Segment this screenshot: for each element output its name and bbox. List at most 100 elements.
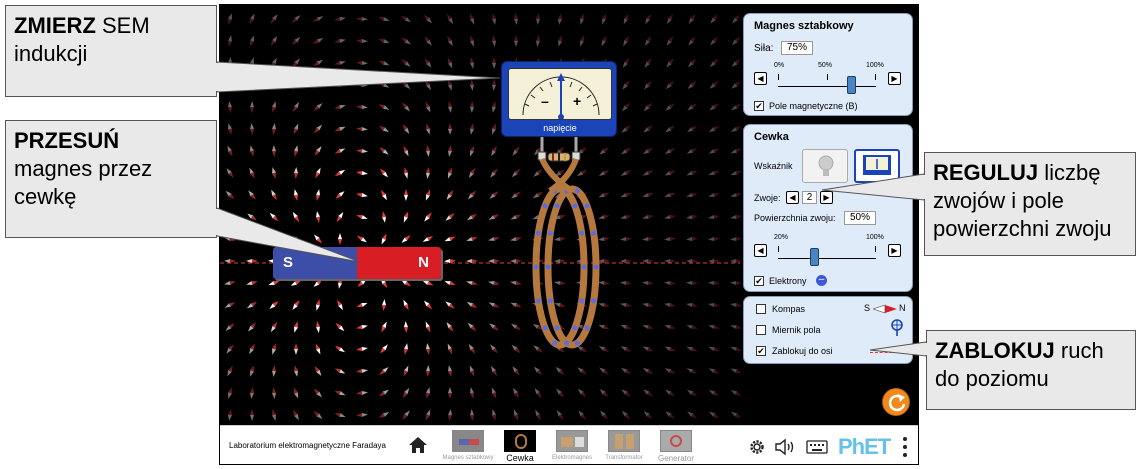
field-vector (250, 101, 254, 113)
field-vector (250, 57, 254, 69)
field-vector (688, 36, 696, 46)
field-vector (730, 303, 742, 307)
field-vector (578, 410, 586, 420)
strength-increase-button[interactable]: ▶ (888, 72, 901, 85)
field-vector (644, 58, 652, 68)
field-vector (425, 79, 431, 91)
field-vector (444, 236, 456, 242)
field-vector (316, 321, 320, 333)
field-vector (356, 61, 368, 65)
electrons-checkbox[interactable]: ✔ (754, 276, 764, 286)
voltmeter-indicator-button[interactable] (854, 149, 900, 183)
field-vector (664, 259, 676, 263)
strength-decrease-button[interactable]: ◀ (754, 72, 767, 85)
field-vector (402, 102, 410, 112)
area-increase-button[interactable]: ▶ (888, 244, 901, 257)
field-vector (313, 388, 323, 398)
field-vector (492, 79, 496, 91)
sim-title: Laboratorium elektromagnetyczne Faradaya (229, 441, 386, 450)
field-vector (644, 80, 652, 90)
field-vector (246, 237, 258, 241)
field-vector (620, 367, 632, 375)
electron (574, 188, 580, 194)
field-vector (469, 145, 475, 157)
field-vector (447, 35, 453, 47)
phet-logo[interactable]: PhET (838, 434, 891, 460)
field-vector (424, 212, 432, 222)
field-vector (335, 322, 345, 332)
audio-icon[interactable] (774, 438, 796, 456)
field-vector (378, 38, 390, 44)
compass-checkbox[interactable] (756, 304, 766, 314)
field-vector (491, 387, 497, 399)
lock-to-axis-checkbox[interactable]: ✔ (756, 346, 766, 356)
field-vector (292, 300, 300, 310)
screen-tab-electromagnet[interactable]: Elektromagnes (546, 426, 598, 464)
screen-tab-transformer[interactable]: Transformator (598, 426, 650, 464)
field-vector (228, 13, 232, 25)
screen-tab-coil[interactable]: Cewka (494, 426, 546, 464)
field-vector (730, 390, 742, 396)
field-vector (334, 368, 346, 374)
field-vector (249, 167, 255, 179)
electron (554, 325, 560, 331)
field-vector (356, 105, 368, 109)
area-decrease-button[interactable]: ◀ (754, 244, 767, 257)
field-vector (224, 302, 236, 308)
field-vector (356, 391, 368, 395)
bar-magnet-panel-title: Magnes sztabkowy (754, 20, 854, 32)
field-vector (403, 145, 409, 157)
screen-tab-bar-magnet[interactable]: Magnes sztabkowy (442, 426, 494, 464)
area-slider-track[interactable] (778, 258, 876, 259)
strength-slider-track[interactable] (778, 86, 876, 87)
field-vector (404, 189, 408, 201)
field-vector (665, 411, 675, 419)
lightbulb-indicator-button[interactable] (802, 149, 848, 183)
preferences-gear-icon[interactable] (748, 438, 766, 456)
strength-slider-thumb[interactable] (846, 76, 856, 94)
callout-move-magnet: PRZESUŃ magnes przez cewkę (5, 120, 217, 238)
home-icon[interactable] (408, 436, 428, 454)
field-vector (290, 235, 302, 243)
loops-increase-button[interactable]: ▶ (820, 191, 833, 204)
field-vector (708, 193, 720, 197)
more-menu-icon[interactable] (902, 436, 908, 458)
field-vector (686, 281, 698, 285)
screen-tab-generator[interactable]: Generator (650, 426, 702, 464)
field-vector (466, 301, 478, 309)
field-vector (448, 79, 452, 91)
field-vector (730, 193, 742, 197)
screen-label-bar-magnet: Magnes sztabkowy (442, 455, 494, 461)
field-vector (426, 387, 430, 399)
bar-magnet[interactable]: S N (273, 247, 441, 279)
field-vector (382, 299, 386, 311)
loops-decrease-button[interactable]: ◀ (786, 191, 799, 204)
field-vector (381, 189, 387, 201)
field-vector (424, 36, 432, 46)
field-vector (356, 171, 368, 175)
field-vector (423, 300, 433, 310)
voltmeter-minus: – (541, 93, 549, 109)
field-vector (270, 321, 278, 333)
field-vector (731, 81, 741, 89)
field-vector (536, 35, 540, 47)
field-vector (249, 13, 255, 25)
strength-tick-0: 0% (774, 62, 785, 69)
field-vector (448, 409, 452, 421)
electron (542, 203, 548, 209)
field-meter-checkbox[interactable] (756, 325, 766, 335)
field-vector (533, 366, 543, 376)
field-vector (730, 411, 742, 419)
field-vector (466, 281, 478, 285)
electron (591, 298, 597, 304)
field-vector (356, 39, 368, 43)
magnetic-field-checkbox[interactable]: ✔ (754, 101, 764, 111)
field-vector (492, 409, 496, 421)
keyboard-icon[interactable] (806, 439, 828, 455)
loops-value: 2 (802, 191, 817, 204)
area-slider-thumb[interactable] (809, 248, 819, 266)
reset-all-button[interactable] (882, 388, 910, 416)
stage: ZMIERZ SEM indukcji PRZESUŃ magnes przez… (0, 0, 1140, 469)
field-vector (492, 35, 496, 47)
field-vector (490, 168, 498, 178)
